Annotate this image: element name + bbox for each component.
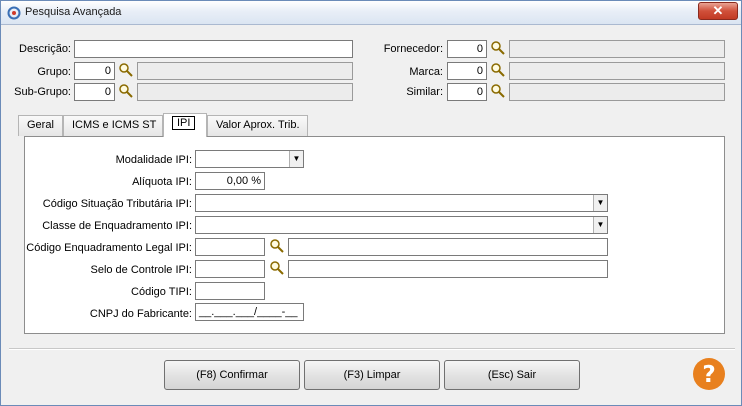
enquadramento-legal-label: Código Enquadramento Legal IPI: [26, 242, 192, 254]
tab-icms-label: ICMS e ICMS ST [72, 119, 157, 131]
selo-search-icon[interactable] [269, 260, 285, 276]
cst-ipi-label: Código Situação Tributária IPI: [42, 198, 192, 210]
selo-controle-description [288, 260, 608, 278]
chevron-down-icon[interactable]: ▼ [593, 217, 607, 233]
grupo-code-input[interactable]: 0 [74, 62, 115, 80]
help-icon[interactable]: ? [692, 357, 726, 391]
confirm-button[interactable]: (F8) Confirmar [164, 360, 300, 390]
subgrupo-description [137, 83, 353, 101]
subgrupo-code-input[interactable]: 0 [74, 83, 115, 101]
enquadramento-legal-code-input[interactable] [195, 238, 265, 256]
fornecedor-label: Fornecedor: [383, 43, 443, 55]
advanced-search-window: Pesquisa Avançada ✕ Descrição: Grupo: 0 … [0, 0, 742, 406]
close-icon: ✕ [712, 3, 724, 18]
aliquota-ipi-input[interactable]: 0,00 % [195, 172, 265, 190]
marca-label: Marca: [409, 66, 443, 78]
modalidade-ipi-select[interactable]: ▼ [195, 150, 304, 168]
marca-description [509, 62, 725, 80]
selo-controle-label: Selo de Controle IPI: [90, 264, 192, 276]
grupo-search-icon[interactable] [118, 62, 134, 78]
descricao-label: Descrição: [19, 43, 71, 55]
help-glyph: ? [702, 362, 715, 388]
selo-controle-code-input[interactable] [195, 260, 265, 278]
similar-code-input[interactable]: 0 [447, 83, 487, 101]
aliquota-ipi-label: Alíquota IPI: [132, 176, 192, 188]
grupo-description [137, 62, 353, 80]
footer-divider [9, 348, 735, 350]
close-button[interactable]: ✕ [698, 2, 738, 20]
chevron-down-icon[interactable]: ▼ [289, 151, 303, 167]
cnpj-fabricante-input[interactable]: __.___.___/____-__ [195, 303, 304, 321]
clear-button[interactable]: (F3) Limpar [304, 360, 440, 390]
cnpj-fabricante-label: CNPJ do Fabricante: [89, 308, 192, 320]
marca-search-icon[interactable] [490, 62, 506, 78]
tab-geral[interactable]: Geral [18, 115, 63, 136]
subgrupo-search-icon[interactable] [118, 83, 134, 99]
marca-code-input[interactable]: 0 [447, 62, 487, 80]
exit-button[interactable]: (Esc) Sair [444, 360, 580, 390]
tab-ipi[interactable]: IPI [163, 113, 207, 137]
similar-description [509, 83, 725, 101]
descricao-input[interactable] [74, 40, 353, 58]
tab-valor-aprox[interactable]: Valor Aprox. Trib. [207, 115, 308, 136]
similar-search-icon[interactable] [490, 83, 506, 99]
window-title: Pesquisa Avançada [25, 6, 122, 18]
codigo-tipi-label: Código TIPI: [131, 286, 192, 298]
app-icon [7, 6, 21, 20]
similar-label: Similar: [406, 86, 443, 98]
tab-ipi-label: IPI [172, 116, 196, 130]
enquadramento-search-icon[interactable] [269, 238, 285, 254]
cst-ipi-select[interactable]: ▼ [195, 194, 608, 212]
enquadramento-legal-description [288, 238, 608, 256]
chevron-down-icon[interactable]: ▼ [593, 195, 607, 211]
subgrupo-label: Sub-Grupo: [14, 86, 71, 98]
tab-icms[interactable]: ICMS e ICMS ST [63, 115, 163, 136]
fornecedor-description [509, 40, 725, 58]
title-bar: Pesquisa Avançada ✕ [1, 1, 741, 25]
tab-geral-label: Geral [27, 119, 54, 131]
grupo-label: Grupo: [37, 66, 71, 78]
classe-enquadramento-select[interactable]: ▼ [195, 216, 608, 234]
classe-enquadramento-label: Classe de Enquadramento IPI: [42, 220, 192, 232]
fornecedor-search-icon[interactable] [490, 40, 506, 56]
tab-valor-aprox-label: Valor Aprox. Trib. [216, 119, 300, 131]
modalidade-ipi-label: Modalidade IPI: [115, 154, 192, 166]
fornecedor-code-input[interactable]: 0 [447, 40, 487, 58]
codigo-tipi-input[interactable] [195, 282, 265, 300]
